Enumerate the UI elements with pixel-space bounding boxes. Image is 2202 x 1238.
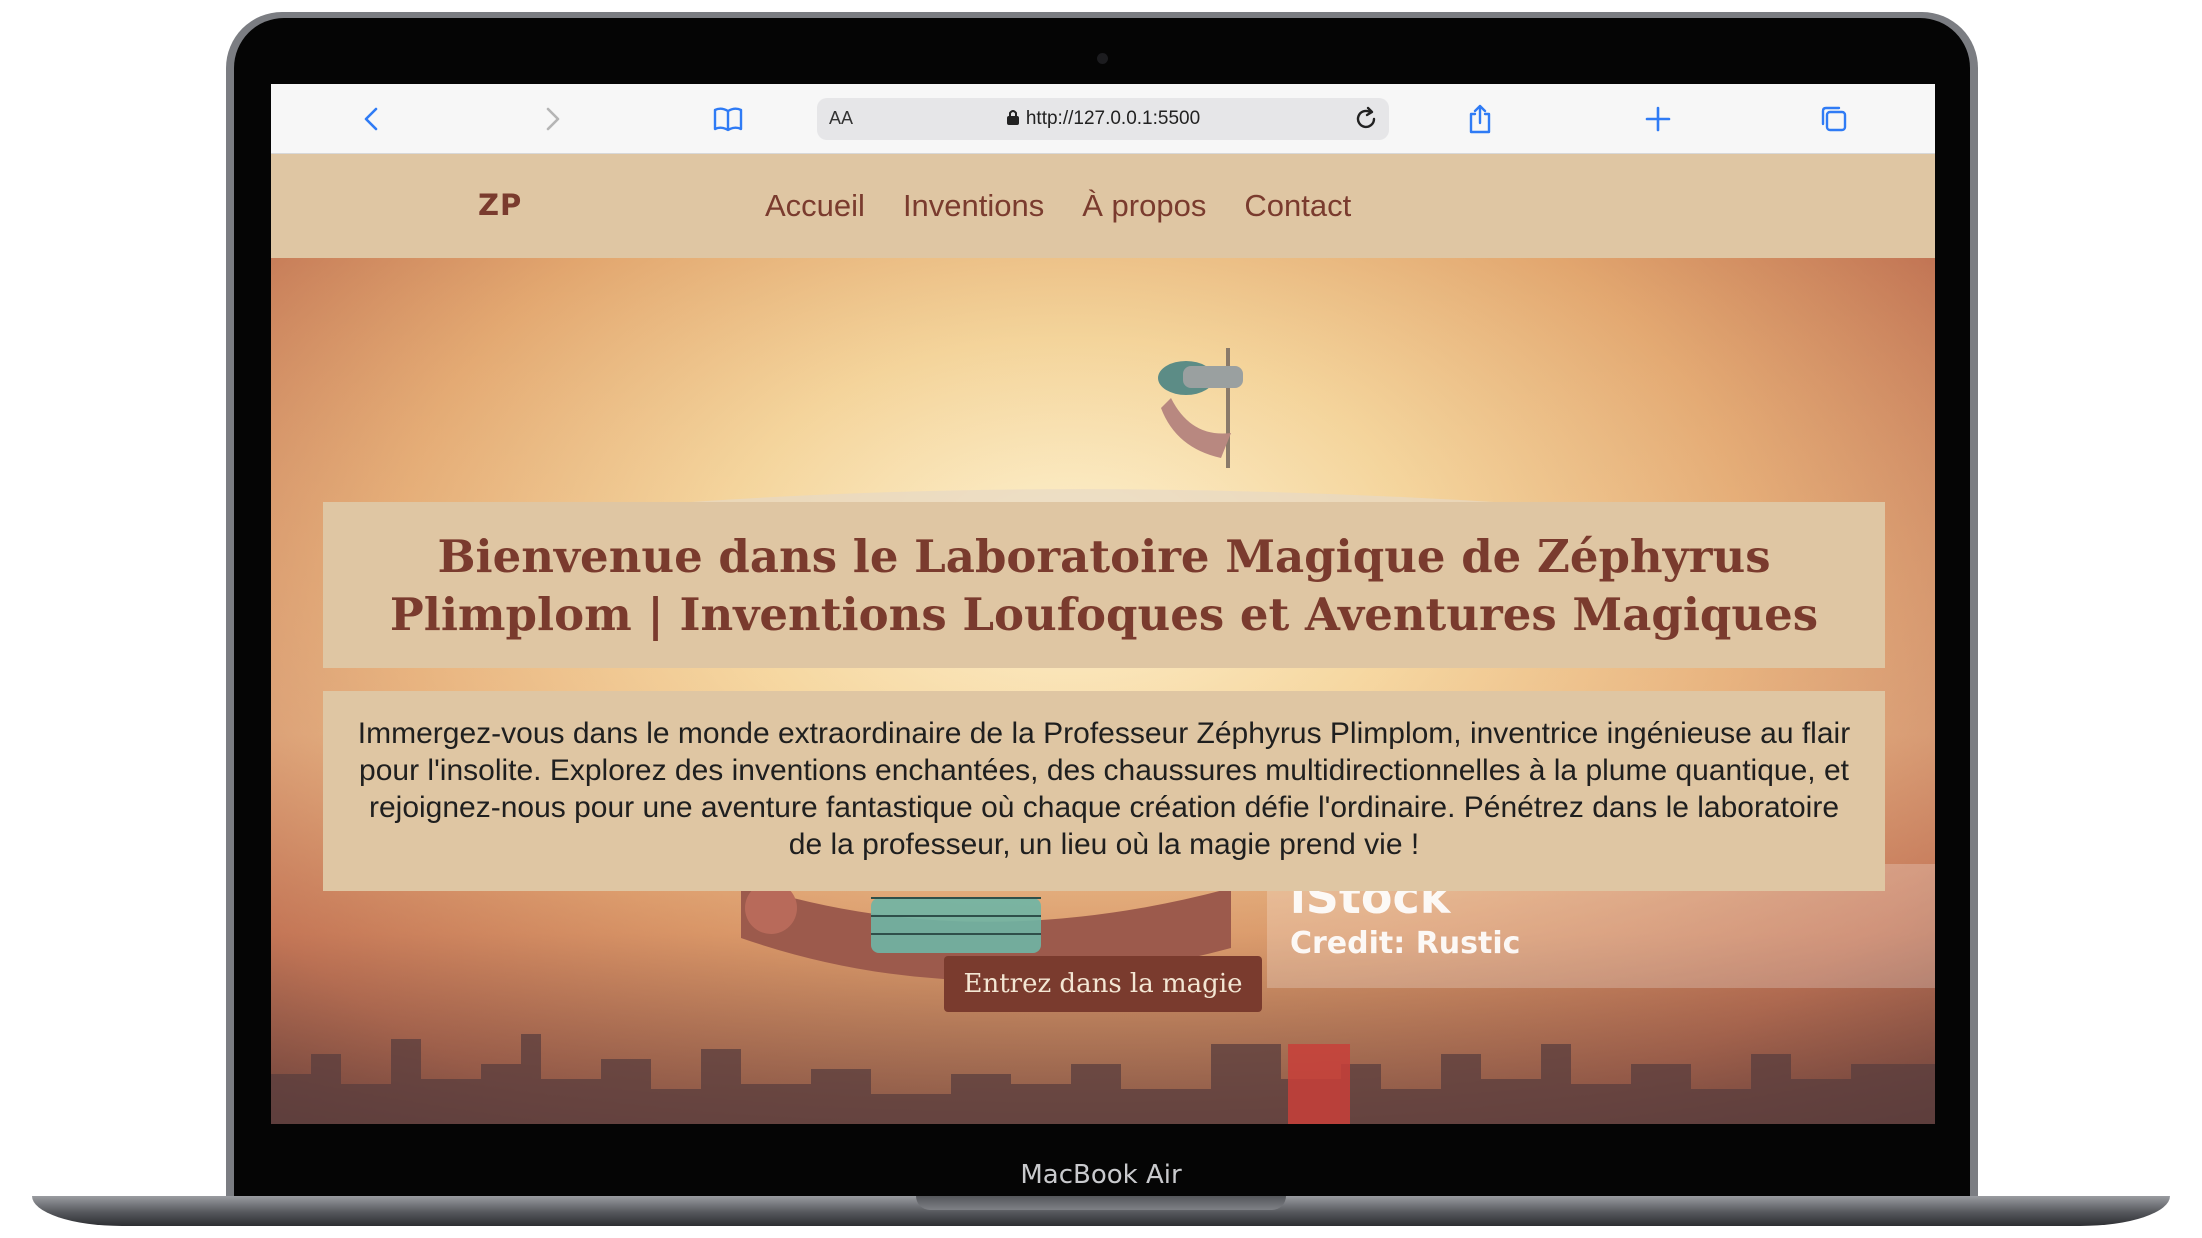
browser-toolbar: AA http://127.0.0.1:5500: [271, 84, 1935, 154]
new-tab-icon[interactable]: [1641, 102, 1675, 136]
site-header: ZP Accueil Inventions À propos Contact: [271, 154, 1935, 258]
hero-title: Bienvenue dans le Laboratoire Magique de…: [389, 530, 1819, 641]
site-logo[interactable]: ZP: [478, 188, 522, 222]
hero-description-box: Immergez-vous dans le monde extraordinai…: [323, 691, 1885, 891]
hero-description: Immergez-vous dans le monde extraordinai…: [357, 717, 1851, 861]
back-icon[interactable]: [355, 102, 389, 136]
nav-link-contact[interactable]: Contact: [1244, 188, 1351, 224]
device-label: MacBook Air: [1020, 1160, 1182, 1190]
hero-section: iStock Credit: Rustic Bienvenue dans le …: [271, 258, 1935, 1124]
enter-magic-button[interactable]: Entrez dans la magie: [944, 956, 1262, 1012]
city-skyline: [271, 1034, 1935, 1124]
main-nav: Accueil Inventions À propos Contact: [765, 188, 1351, 224]
screen: AA http://127.0.0.1:5500 ZP Accueil Inve…: [271, 84, 1935, 1124]
lock-icon: [1006, 110, 1019, 125]
forward-icon[interactable]: [535, 102, 569, 136]
hero-title-box: Bienvenue dans le Laboratoire Magique de…: [323, 502, 1885, 668]
share-icon[interactable]: [1463, 102, 1497, 136]
camera-icon: [1097, 53, 1108, 64]
address-bar[interactable]: AA http://127.0.0.1:5500: [817, 98, 1389, 140]
reload-icon[interactable]: [1351, 104, 1381, 134]
nav-link-accueil[interactable]: Accueil: [765, 188, 865, 224]
nav-link-a-propos[interactable]: À propos: [1082, 188, 1206, 224]
url-text: http://127.0.0.1:5500: [1025, 108, 1201, 129]
laptop-opening-notch: [916, 1196, 1286, 1210]
istock-watermark-credit: Credit: Rustic: [1290, 926, 1521, 961]
tabs-icon[interactable]: [1817, 102, 1851, 136]
bookmarks-icon[interactable]: [711, 102, 745, 136]
nav-link-inventions[interactable]: Inventions: [903, 188, 1044, 224]
